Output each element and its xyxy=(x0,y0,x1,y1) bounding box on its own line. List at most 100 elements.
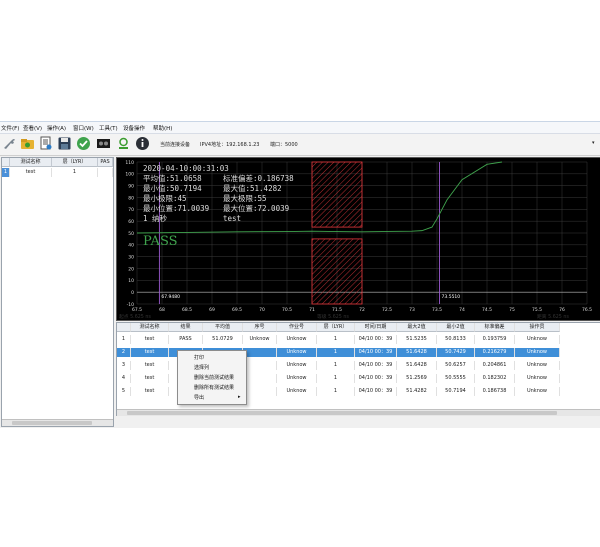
menu-item-select-columns[interactable]: 选择列 xyxy=(194,364,209,371)
table-row-number[interactable]: 1 xyxy=(117,335,131,344)
x-tick-label: 73 xyxy=(409,307,415,313)
menu-operate[interactable]: 操作(A) xyxy=(47,124,66,132)
table-cell[interactable]: Unknow xyxy=(277,335,317,344)
table-cell[interactable]: 50.5555 xyxy=(437,374,475,383)
column-header[interactable]: 测试名称 xyxy=(131,323,169,332)
menu-help[interactable]: 帮助(H) xyxy=(153,124,172,132)
column-header-layer[interactable]: 层（LYR） xyxy=(52,158,98,167)
table-cell[interactable]: test xyxy=(131,335,169,344)
person-icon[interactable] xyxy=(116,136,131,151)
table-cell[interactable]: 04/10 00：39 xyxy=(355,361,397,370)
menu-file[interactable]: 文件(F) xyxy=(1,124,19,132)
table-cell[interactable]: 1 xyxy=(317,374,355,383)
table-cell[interactable]: test xyxy=(131,348,169,357)
column-header[interactable]: 序号 xyxy=(243,323,277,332)
column-header[interactable]: 最小2值 xyxy=(437,323,475,332)
table-cell[interactable]: 1 xyxy=(317,361,355,370)
pass-cell[interactable] xyxy=(98,168,113,177)
table-cell[interactable]: 51.6428 xyxy=(397,348,437,357)
left-panel-scrollbar[interactable] xyxy=(2,419,113,426)
table-cell[interactable]: 0.186738 xyxy=(475,387,515,396)
info-line-left: 最小值:50.7194 xyxy=(143,183,202,193)
table-cell[interactable]: 50.6257 xyxy=(437,361,475,370)
chevron-down-icon[interactable]: ▾ xyxy=(592,140,595,146)
table-cell[interactable] xyxy=(243,387,277,396)
menu-view[interactable]: 查看(V) xyxy=(23,124,42,132)
menu-item-delete-current[interactable]: 删除当前测试结果 xyxy=(194,374,234,381)
table-cell[interactable]: Unknow xyxy=(277,387,317,396)
wrench-icon[interactable] xyxy=(2,136,17,151)
table-cell[interactable]: Unknow xyxy=(515,361,560,370)
table-row-number[interactable]: 4 xyxy=(117,374,131,383)
info-icon[interactable] xyxy=(135,136,150,151)
table-cell[interactable]: 04/10 00：39 xyxy=(355,335,397,344)
column-header[interactable]: 最大2值 xyxy=(397,323,437,332)
column-header[interactable]: 操作员 xyxy=(515,323,560,332)
menu-item-delete-all[interactable]: 删除所有测试结果 xyxy=(194,384,234,391)
scrollbar-thumb[interactable] xyxy=(12,421,92,425)
table-cell[interactable]: Unknow xyxy=(515,387,560,396)
table-scrollbar[interactable] xyxy=(117,409,600,416)
table-cell[interactable]: 51.6428 xyxy=(397,361,437,370)
column-header[interactable]: 层（LYR） xyxy=(317,323,355,332)
table-cell[interactable]: 0.182302 xyxy=(475,374,515,383)
table-cell[interactable]: Unknow xyxy=(277,348,317,357)
test-name-cell[interactable]: test xyxy=(10,168,52,177)
table-row-number[interactable]: 5 xyxy=(117,387,131,396)
table-cell[interactable]: 50.8133 xyxy=(437,335,475,344)
table-cell[interactable] xyxy=(243,361,277,370)
table-row-number[interactable]: 3 xyxy=(117,361,131,370)
table-cell[interactable]: test xyxy=(131,361,169,370)
table-row-number[interactable]: 2 xyxy=(117,348,131,357)
table-cell[interactable]: Unknow xyxy=(515,335,560,344)
column-header-test-name[interactable]: 测试名称 xyxy=(10,158,52,167)
table-cell[interactable]: Unknow xyxy=(515,348,560,357)
column-header[interactable]: 标准偏差 xyxy=(475,323,515,332)
menu-tools[interactable]: 工具(T) xyxy=(99,124,118,132)
table-cell[interactable] xyxy=(243,374,277,383)
table-cell[interactable]: 50.7194 xyxy=(437,387,475,396)
table-cell[interactable] xyxy=(243,348,277,357)
table-cell[interactable]: Unknow xyxy=(515,374,560,383)
table-cell[interactable]: 0.204861 xyxy=(475,361,515,370)
column-header[interactable]: 结果 xyxy=(169,323,203,332)
table-cell[interactable]: 04/10 00：39 xyxy=(355,374,397,383)
tape-icon[interactable] xyxy=(96,136,111,151)
menu-device-ops[interactable]: 设备操作 xyxy=(123,124,145,132)
check-icon[interactable] xyxy=(76,136,91,151)
table-cell[interactable]: test xyxy=(131,387,169,396)
table-cell[interactable]: 51.2569 xyxy=(397,374,437,383)
column-header-pass[interactable]: PAS xyxy=(98,158,113,167)
table-cell[interactable]: 50.7429 xyxy=(437,348,475,357)
table-cell[interactable]: 0.216279 xyxy=(475,348,515,357)
y-tick-label: 20 xyxy=(128,266,134,272)
table-scrollbar-thumb[interactable] xyxy=(127,411,557,415)
table-cell[interactable]: PASS xyxy=(169,335,203,344)
menu-item-print[interactable]: 打印 xyxy=(194,354,204,361)
table-cell[interactable]: 51.0729 xyxy=(203,335,243,344)
column-header[interactable]: 作业号 xyxy=(277,323,317,332)
menu-window[interactable]: 窗口(W) xyxy=(73,124,94,132)
table-cell[interactable]: 51.4282 xyxy=(397,387,437,396)
column-header[interactable]: 平均值 xyxy=(203,323,243,332)
table-cell[interactable]: test xyxy=(131,374,169,383)
table-cell[interactable]: Unknow xyxy=(277,361,317,370)
folder-icon[interactable] xyxy=(20,136,35,151)
document-icon[interactable] xyxy=(38,136,53,151)
table-cell[interactable]: 51.5235 xyxy=(397,335,437,344)
table-cell[interactable]: Unknow xyxy=(277,374,317,383)
table-cell[interactable]: 1 xyxy=(317,335,355,344)
table-cell[interactable]: 04/10 00：39 xyxy=(355,348,397,357)
column-header[interactable]: 时间/日期 xyxy=(355,323,397,332)
table-cell[interactable]: 04/10 00：39 xyxy=(355,387,397,396)
menu-item-export[interactable]: 导出 xyxy=(194,394,204,401)
table-cell[interactable]: 1 xyxy=(317,348,355,357)
layer-cell[interactable]: 1 xyxy=(52,168,98,177)
table-corner[interactable] xyxy=(117,323,131,332)
save-icon[interactable] xyxy=(57,136,72,151)
table-cell[interactable]: Unknow xyxy=(243,335,277,344)
table-cell[interactable]: 1 xyxy=(317,387,355,396)
table-cell[interactable]: 0.193759 xyxy=(475,335,515,344)
row-marker[interactable]: 1 xyxy=(2,168,10,177)
waveform-chart[interactable]: 110 100 90 80 70 60 50 40 30 20 10 0 -10 67.5 68 68.5 69… xyxy=(116,157,600,321)
